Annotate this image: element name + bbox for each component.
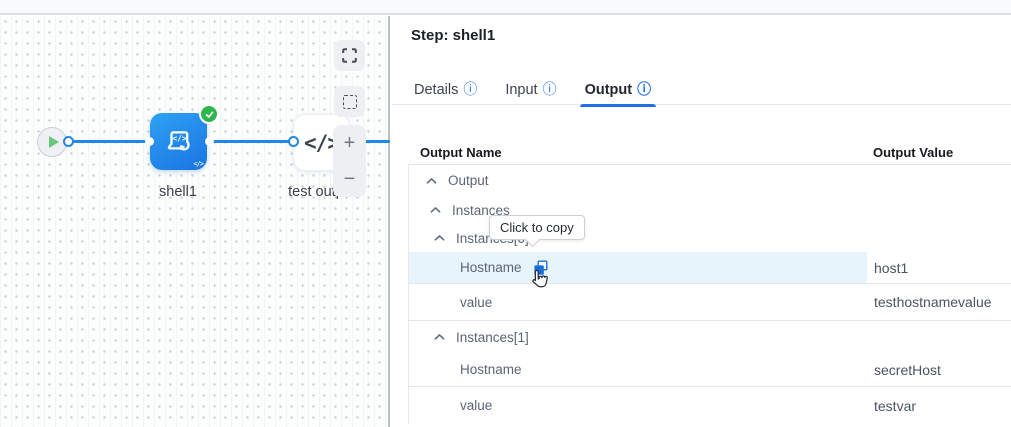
node-label-shell1: shell1 — [123, 184, 233, 200]
fullscreen-icon — [342, 48, 357, 63]
output-value: testhostnamevalue — [867, 284, 1011, 320]
column-header-output-value: Output Value — [873, 145, 953, 160]
info-icon[interactable]: ⓘ — [543, 82, 557, 97]
tab-bar: Details ⓘ Input ⓘ Output ⓘ — [392, 82, 1011, 105]
chevron-up-icon[interactable] — [434, 234, 445, 242]
tree-node-label: Hostname — [460, 362, 522, 377]
zoom-controls: + − — [333, 125, 366, 197]
table-row[interactable]: value testvar — [409, 387, 1011, 424]
marquee-select-button[interactable] — [334, 86, 365, 117]
tab-input[interactable]: Input ⓘ — [505, 82, 556, 104]
shell-script-icon: </> — [162, 125, 196, 159]
node-shell1[interactable]: </> </> — [150, 113, 207, 170]
zoom-out-button[interactable]: − — [333, 161, 366, 197]
chevron-up-icon[interactable] — [426, 177, 437, 185]
info-icon[interactable]: ⓘ — [463, 82, 477, 97]
tab-details[interactable]: Details ⓘ — [414, 82, 477, 104]
output-value: host1 — [867, 252, 1011, 283]
tree-node-label: value — [460, 295, 492, 310]
top-bar — [0, 0, 1011, 15]
play-icon — [49, 136, 59, 148]
output-table: Output Name Output Value Output — [408, 145, 1011, 427]
chevron-up-icon[interactable] — [430, 206, 441, 214]
fullscreen-button[interactable] — [334, 40, 365, 71]
table-row[interactable]: value testhostnamevalue — [409, 284, 1011, 321]
tree-node-label: Hostname — [460, 260, 522, 275]
tree-node-label: Output — [448, 173, 489, 188]
tab-output[interactable]: Output ⓘ — [585, 82, 652, 104]
info-icon[interactable]: ⓘ — [637, 82, 651, 97]
workflow-canvas[interactable]: </> </> shell1 </> test output — [0, 16, 390, 427]
zoom-in-button[interactable]: + — [333, 125, 366, 161]
edge-shell1-testoutput — [210, 140, 296, 143]
output-value: secretHost — [867, 353, 1011, 386]
workflow-editor: </> </> shell1 </> test output — [0, 0, 1011, 427]
table-header: Output Name Output Value — [408, 145, 1011, 164]
table-body: Output Instances — [408, 164, 1011, 424]
tree-node-label: Instances[1] — [456, 330, 529, 345]
table-row-hostname[interactable]: Hostname host1 — [409, 252, 1011, 284]
marquee-select-icon — [343, 95, 357, 109]
chevron-up-icon[interactable] — [434, 333, 445, 341]
success-badge — [199, 104, 219, 124]
page-title: Step: shell1 — [411, 27, 495, 44]
column-header-output-name: Output Name — [420, 145, 502, 160]
shell1-output-port[interactable] — [205, 137, 214, 146]
output-value: testvar — [867, 387, 1011, 424]
code-corner-icon: </> — [193, 160, 203, 168]
shell1-input-port[interactable] — [145, 137, 154, 146]
start-node-output-port[interactable] — [63, 136, 74, 147]
cursor-pointer-icon — [530, 269, 550, 297]
test-output-input-port[interactable] — [288, 136, 299, 147]
table-row[interactable]: Output — [409, 165, 1011, 196]
check-icon — [204, 109, 215, 120]
svg-text:</>: </> — [172, 134, 187, 143]
tree-node-label: value — [460, 398, 492, 413]
edge-start-shell1 — [66, 140, 150, 143]
table-row[interactable]: Hostname secretHost — [409, 353, 1011, 387]
step-detail-panel: Step: shell1 Details ⓘ Input ⓘ Output ⓘ … — [392, 16, 1011, 427]
table-row[interactable]: Instances[1] — [409, 321, 1011, 353]
